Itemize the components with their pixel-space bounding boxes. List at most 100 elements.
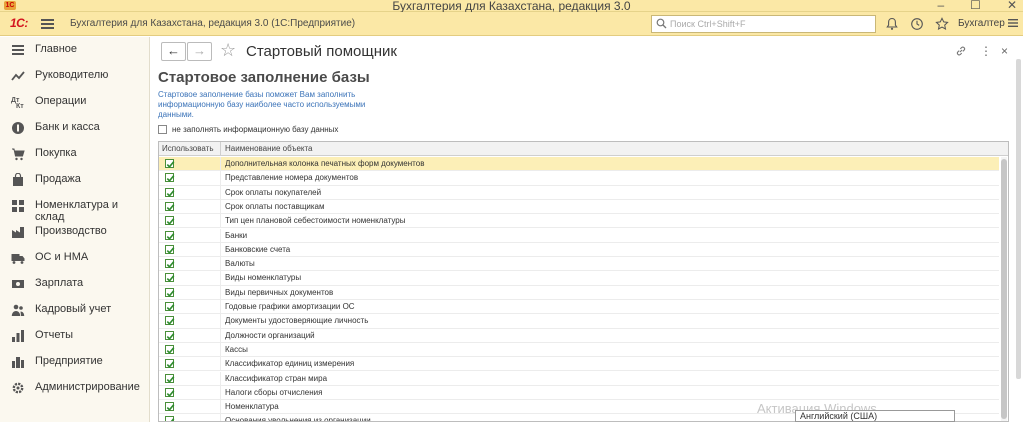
table-row[interactable]: Виды номенклатуры — [159, 271, 999, 286]
sidebar-item-hr[interactable]: Кадровый учет — [0, 297, 150, 323]
back-button[interactable]: ← — [161, 42, 186, 61]
table-row[interactable]: Годовые графики амортизации ОС — [159, 300, 999, 315]
object-name: Виды номенклатуры — [225, 273, 302, 283]
sidebar-item-operations[interactable]: Дт Кт Операции — [0, 89, 150, 115]
use-checkbox[interactable] — [165, 159, 175, 168]
user-name[interactable]: Бухгалтер — [958, 18, 1005, 29]
search-input[interactable]: Поиск Ctrl+Shift+F — [651, 15, 876, 33]
table-row[interactable]: Банковские счета — [159, 242, 999, 258]
table-row[interactable]: Банки — [159, 228, 999, 243]
checkmark-icon — [166, 232, 175, 240]
use-checkbox[interactable] — [165, 201, 175, 211]
history-icon[interactable] — [910, 17, 924, 31]
table-row[interactable]: Валюты — [159, 257, 999, 272]
object-name: Банковские счета — [225, 244, 291, 254]
object-name: Кассы — [225, 344, 248, 354]
sidebar-item-production[interactable]: Производство — [0, 219, 150, 245]
use-checkbox[interactable] — [165, 359, 175, 369]
skip-fill-checkbox[interactable] — [158, 125, 167, 134]
close-button[interactable]: ✕ — [1007, 0, 1017, 12]
favorites-star-icon[interactable] — [935, 17, 949, 31]
sidebar-item-enterprise[interactable]: Предприятие — [0, 349, 150, 375]
table-row[interactable]: Классификатор единиц измерения — [159, 357, 999, 372]
gear-icon — [12, 382, 24, 394]
use-checkbox[interactable] — [165, 416, 175, 421]
sidebar-item-fixed-assets[interactable]: ОС и НМА — [0, 245, 150, 271]
sidebar-item-reports[interactable]: Отчеты — [0, 323, 150, 349]
use-checkbox[interactable] — [165, 373, 175, 383]
table-row[interactable]: Кассы — [159, 342, 999, 358]
table-row[interactable]: Документы удостоверяющие личность — [159, 314, 999, 329]
enterprise-icon — [12, 357, 24, 368]
use-checkbox[interactable] — [165, 387, 175, 397]
sidebar-item-purchase[interactable]: Покупка — [0, 141, 150, 167]
table-scrollbar[interactable] — [1001, 157, 1007, 421]
checkmark-icon — [166, 289, 175, 297]
sidebar-item-administration[interactable]: Администрирование — [0, 375, 150, 401]
maximize-button[interactable]: ☐ — [970, 0, 981, 12]
table-row[interactable]: Виды первичных документов — [159, 285, 999, 300]
column-header-name[interactable]: Наименование объекта — [225, 144, 313, 153]
page-scrollbar[interactable] — [1013, 37, 1023, 422]
column-header-use[interactable]: Использовать — [162, 144, 213, 153]
checkmark-icon — [166, 218, 175, 226]
table-row[interactable]: Срок оплаты покупателей — [159, 185, 999, 200]
object-name: Годовые графики амортизации ОС — [225, 302, 355, 311]
object-name: Виды первичных документов — [225, 287, 334, 297]
chart-line-icon — [11, 71, 25, 81]
object-name: Срок оплаты покупателей — [225, 187, 322, 197]
close-form-icon[interactable]: × — [1001, 45, 1008, 57]
use-checkbox[interactable] — [165, 302, 175, 311]
table-row[interactable]: Классификатор стран мира — [159, 371, 999, 386]
use-checkbox[interactable] — [165, 330, 175, 340]
sidebar-item-main[interactable]: Главное — [0, 37, 150, 63]
favorite-star-icon[interactable]: ☆ — [220, 41, 236, 59]
checkmark-icon — [166, 261, 175, 269]
use-checkbox[interactable] — [165, 344, 175, 354]
table-row[interactable]: Срок оплаты поставщикам — [159, 199, 999, 215]
sidebar-item-bank[interactable]: Банк и касса — [0, 115, 150, 141]
table-row[interactable]: Тип цен плановой себестоимости номенклат… — [159, 214, 999, 229]
sidebar-item-sales[interactable]: Продажа — [0, 167, 150, 193]
use-checkbox[interactable] — [165, 187, 175, 197]
use-checkbox[interactable] — [165, 316, 175, 326]
sidebar: Главное Руководителю Дт Кт Операции Банк … — [0, 37, 150, 422]
minimize-button[interactable]: – — [937, 0, 944, 12]
people-icon — [11, 304, 25, 316]
use-checkbox[interactable] — [165, 230, 175, 240]
more-actions-icon[interactable]: ⋮ — [980, 45, 992, 57]
sidebar-item-nomenclature[interactable]: Номенклатура и склад — [0, 193, 150, 223]
window-form-title: Стартовый помощник — [246, 43, 397, 60]
use-checkbox[interactable] — [165, 287, 175, 297]
object-name: Срок оплаты поставщикам — [225, 201, 325, 211]
use-checkbox[interactable] — [165, 273, 175, 283]
checkmark-icon — [166, 318, 175, 326]
checkmark-icon — [166, 304, 175, 311]
app-logo: 1С: — [10, 16, 28, 30]
object-name: Налоги сборы отчисления — [225, 387, 323, 397]
use-checkbox[interactable] — [165, 259, 175, 269]
object-name: Классификатор стран мира — [225, 373, 328, 383]
forward-button[interactable]: → — [187, 42, 212, 61]
objects-table[interactable]: Использовать Наименование объекта Дополн… — [158, 141, 1009, 422]
sidebar-item-manager[interactable]: Руководителю — [0, 63, 150, 89]
table-row[interactable]: Должности организаций — [159, 328, 999, 343]
menu-icon — [12, 45, 24, 55]
object-name: Номенклатура — [225, 402, 279, 412]
use-checkbox[interactable] — [165, 216, 175, 226]
table-row[interactable]: Дополнительная колонка печатных форм док… — [159, 157, 999, 172]
scrollbar-thumb[interactable] — [1001, 159, 1007, 419]
bell-icon[interactable] — [885, 17, 899, 31]
use-checkbox[interactable] — [165, 244, 175, 254]
use-checkbox[interactable] — [165, 402, 175, 412]
use-checkbox[interactable] — [165, 173, 175, 183]
link-icon[interactable] — [955, 45, 967, 59]
main-menu-icon[interactable] — [40, 16, 56, 32]
window-title-bar: 1С Бухгалтерия для Казахстана, редакция … — [0, 0, 1023, 13]
settings-menu-icon[interactable] — [1006, 16, 1020, 30]
sidebar-item-salary[interactable]: Зарплата — [0, 271, 150, 297]
table-row[interactable]: Налоги сборы отчисления — [159, 385, 999, 401]
checkmark-icon — [166, 361, 175, 369]
description-text: Стартовое заполнение базы поможет Вам за… — [158, 90, 366, 119]
table-row[interactable]: Представление номера документов — [159, 171, 999, 186]
